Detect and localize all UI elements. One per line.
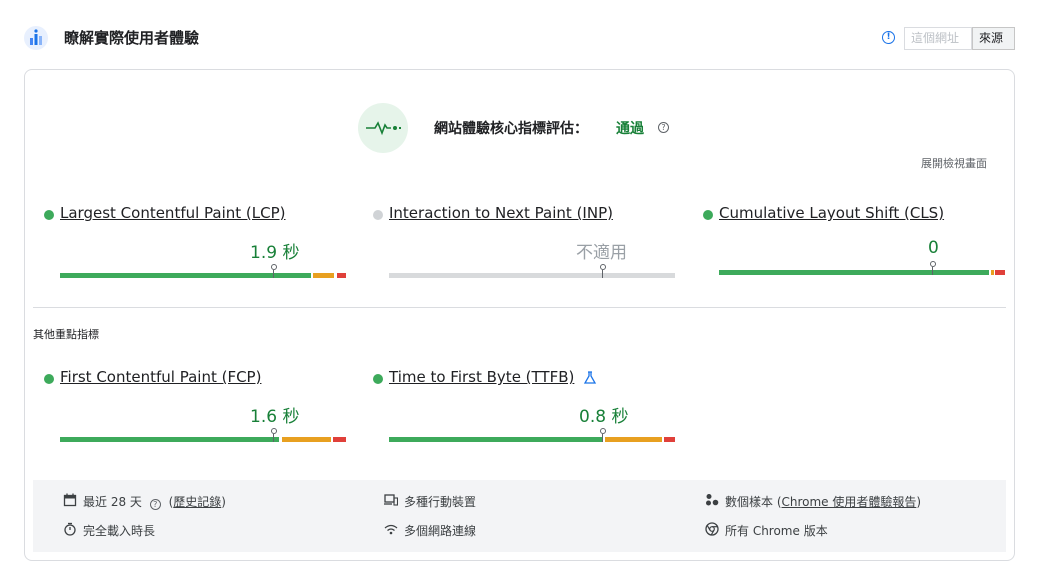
history-suffix: ) xyxy=(221,495,226,509)
p75-marker-stem xyxy=(932,267,933,275)
na-segment xyxy=(389,273,675,278)
p75-marker xyxy=(600,264,606,270)
history-link[interactable]: 歷史記錄 xyxy=(173,495,221,509)
p75-marker xyxy=(930,261,936,267)
distribution-bar xyxy=(60,428,346,442)
assessment-label: 網站體驗核心指標評估： xyxy=(434,121,588,137)
metric-name-link[interactable]: Largest Contentful Paint (LCP) xyxy=(60,204,286,222)
metric-ttfb: Time to First Byte (TTFB) 0.8 秒 xyxy=(373,368,675,448)
needs-improvement-segment xyxy=(282,437,331,442)
toggle-url-button[interactable]: 這個網址 xyxy=(904,27,972,50)
status-dot xyxy=(44,374,54,384)
status-dot xyxy=(373,210,383,220)
page-title: 瞭解實際使用者體驗 xyxy=(64,29,200,47)
device-types: 多種行動裝置 xyxy=(404,495,477,509)
p75-marker-stem xyxy=(273,270,274,278)
experimental-flask-icon xyxy=(583,371,597,384)
poor-segment xyxy=(337,273,346,278)
p75-marker-stem xyxy=(273,434,274,442)
status-dot xyxy=(703,210,713,220)
metric-value: 0.8 秒 xyxy=(579,407,629,427)
load-duration: 完全載入時長 xyxy=(83,524,156,538)
assessment-status: 通過 xyxy=(616,121,644,137)
info-icon[interactable]: ! xyxy=(882,31,895,44)
vitals-pulse-icon xyxy=(358,103,408,153)
needs-improvement-segment xyxy=(313,273,334,278)
metric-name-link[interactable]: First Contentful Paint (FCP) xyxy=(60,368,261,386)
wifi-icon xyxy=(384,524,398,535)
samples-prefix: 數個樣本 ( xyxy=(725,495,782,509)
devices-icon xyxy=(384,494,398,506)
chrome-versions: 所有 Chrome 版本 xyxy=(725,524,828,538)
poor-segment xyxy=(995,270,1005,275)
metric-value: 不適用 xyxy=(576,243,627,263)
expand-view-link[interactable]: 展開檢視畫面 xyxy=(921,155,987,171)
poor-segment xyxy=(333,437,346,442)
status-dot xyxy=(44,210,54,220)
distribution-bar xyxy=(389,264,675,278)
good-segment xyxy=(389,437,602,442)
distribution-bar xyxy=(719,261,1005,275)
samples-icon xyxy=(706,494,719,506)
p75-marker-stem xyxy=(602,434,603,442)
metric-lcp: Largest Contentful Paint (LCP) 1.9 秒 xyxy=(44,204,346,284)
period-label: 最近 28 天 xyxy=(83,495,142,509)
p75-marker xyxy=(600,428,606,434)
metric-inp: Interaction to Next Paint (INP) 不適用 xyxy=(373,204,675,284)
header: 瞭解實際使用者體驗 ! 這個網址 來源 xyxy=(0,0,1042,70)
p75-marker-stem xyxy=(602,270,603,278)
metric-cls: Cumulative Layout Shift (CLS) 0 xyxy=(703,204,1005,284)
metric-value: 1.6 秒 xyxy=(250,407,300,427)
good-segment xyxy=(719,270,989,275)
stopwatch-icon xyxy=(64,522,76,536)
distribution-bar xyxy=(389,428,675,442)
collection-period: 最近 28 天 ? (歷史記錄) xyxy=(83,493,226,510)
toggle-origin-button[interactable]: 來源 xyxy=(972,27,1015,50)
network-types: 多個網路連線 xyxy=(404,524,477,538)
needs-improvement-segment xyxy=(605,437,662,442)
footer-info xyxy=(33,480,1006,552)
good-segment xyxy=(60,437,279,442)
help-icon[interactable]: ? xyxy=(658,122,669,133)
metric-name-link[interactable]: Interaction to Next Paint (INP) xyxy=(389,204,613,222)
metric-value: 1.9 秒 xyxy=(250,243,300,263)
metric-value: 0 xyxy=(928,238,939,258)
distribution-bar xyxy=(60,264,346,278)
section-divider xyxy=(33,307,1006,308)
chrome-icon xyxy=(705,522,719,536)
poor-segment xyxy=(664,437,675,442)
needs-improvement-segment xyxy=(991,270,994,275)
status-dot xyxy=(373,374,383,384)
metric-name-link[interactable]: Cumulative Layout Shift (CLS) xyxy=(719,204,944,222)
period-help-icon[interactable]: ? xyxy=(149,499,161,510)
crux-logo-icon xyxy=(24,26,48,50)
metric-fcp: First Contentful Paint (FCP) 1.6 秒 xyxy=(44,368,346,448)
p75-marker xyxy=(271,264,277,270)
sample-source: 數個樣本 (Chrome 使用者體驗報告) xyxy=(725,493,921,510)
p75-marker xyxy=(271,428,277,434)
other-metrics-title: 其他重點指標 xyxy=(33,328,99,341)
samples-suffix: ) xyxy=(916,495,922,509)
metric-name-link[interactable]: Time to First Byte (TTFB) xyxy=(389,368,574,386)
calendar-icon xyxy=(63,493,77,507)
crux-report-link[interactable]: Chrome 使用者體驗報告 xyxy=(782,495,917,509)
